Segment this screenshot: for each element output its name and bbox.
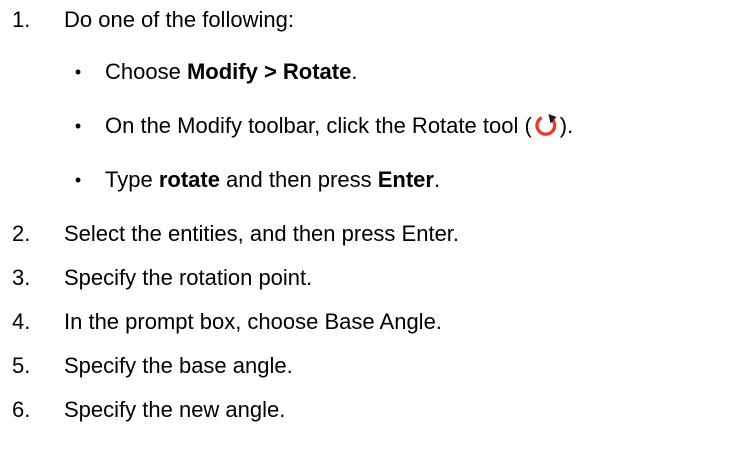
- step-number: 1.: [12, 7, 31, 32]
- key-name: Enter: [377, 167, 434, 192]
- bullet-suffix: .: [433, 167, 441, 192]
- step-number: 5.: [12, 353, 31, 378]
- bullet-prefix: On the Modify toolbar, click the Rotate …: [105, 113, 532, 138]
- step-text: Select the entities, and then press Ente…: [64, 221, 460, 246]
- step-text: Do one of the following:: [64, 7, 294, 32]
- bullet-text: Choose Modify > Rotate.: [105, 57, 357, 87]
- bullet-glyph: •: [74, 116, 82, 136]
- bullet-text: Type rotate and then press Enter.: [105, 165, 440, 195]
- bullet-glyph: •: [74, 170, 82, 190]
- bullet-glyph: •: [74, 62, 82, 82]
- step-text: In the prompt box, choose Base Angle.: [64, 309, 442, 334]
- rotate-icon: [533, 112, 559, 138]
- bullet-suffix: .: [351, 59, 358, 84]
- bullet-suffix: ).: [559, 113, 574, 138]
- instructions-document: 1. Do one of the following: • Choose Mod…: [0, 0, 734, 449]
- bullet-middle: and then press: [219, 167, 378, 192]
- step-text: Specify the new angle.: [64, 397, 286, 422]
- command-name: rotate: [158, 167, 220, 192]
- step-text: Specify the base angle.: [64, 353, 293, 378]
- step-number: 3.: [12, 265, 31, 290]
- menu-path: Modify > Rotate: [186, 59, 352, 84]
- bullet-prefix: Type: [105, 167, 159, 192]
- step-number: 4.: [12, 309, 31, 334]
- bullet-prefix: Choose: [105, 59, 187, 84]
- bullet-text: On the Modify toolbar, click the Rotate …: [105, 111, 573, 141]
- step-number: 2.: [12, 221, 31, 246]
- step-number: 6.: [12, 397, 31, 422]
- step-text: Specify the rotation point.: [64, 265, 313, 290]
